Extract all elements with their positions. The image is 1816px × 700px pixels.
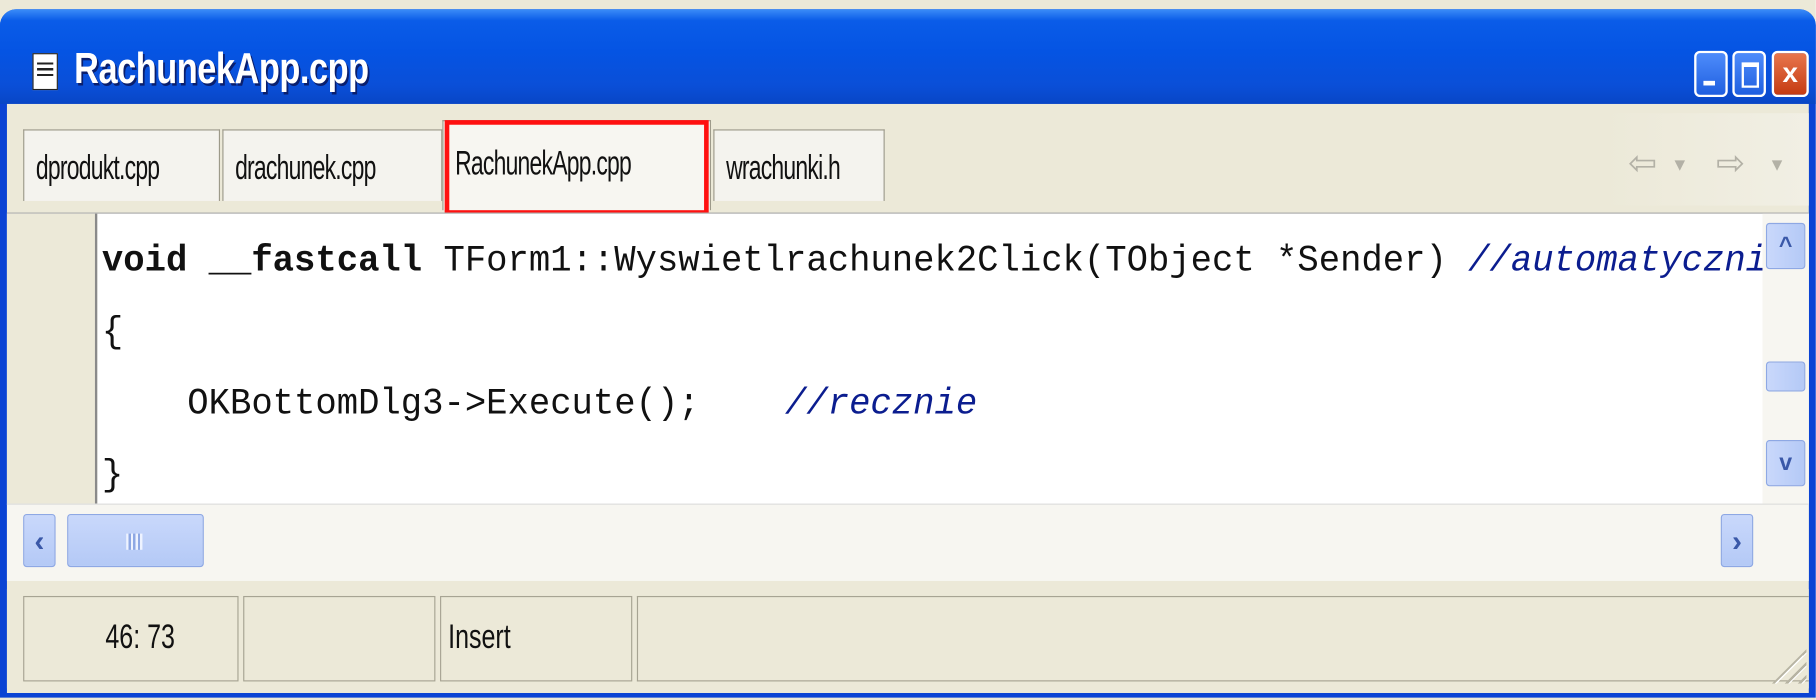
code-segment: TForm1::Wyswietlrachunek2Click(TObject *… [422,239,1469,282]
cursor-position: 46: 73 [105,617,175,657]
code-line: OKBottomDlg3->Execute(); //recznie [102,368,1692,440]
scroll-up-button[interactable]: ^ [1765,222,1806,270]
code-text[interactable]: void __fastcall TForm1::Wyswietlrachunek… [101,225,1788,511]
keyword: void [101,239,188,282]
file-tabs: dprodukt.cpp drachunek.cpp RachunekApp.c… [7,113,1809,215]
horizontal-scroll-thumb[interactable] [67,513,204,568]
tab-label: dprodukt.cpp [35,148,160,188]
insert-mode-panel: Insert [440,595,633,682]
close-icon: x [1782,57,1798,89]
scroll-left-button[interactable]: ‹ [23,513,56,568]
document-icon [32,53,58,91]
chevron-down-icon[interactable]: ▾ [1674,152,1684,176]
code-segment: OKBottomDlg3->Execute(); [101,382,786,426]
chevron-down-icon[interactable]: ▾ [1772,152,1782,176]
arrow-right-icon[interactable]: ⇨ [1716,143,1745,183]
status-bar: 46: 73 Insert [6,589,1809,689]
window-title: RachunekApp.cpp [74,45,369,94]
arrow-left-icon[interactable]: ⇦ [1628,143,1657,183]
comment: //recznie [785,382,978,426]
navigation-panel: ⇦ ▾ ⇨ ▾ [1602,113,1809,206]
insert-mode: Insert [448,617,511,657]
status-message-panel [636,595,1809,682]
window-client: dprodukt.cpp drachunek.cpp RachunekApp.c… [6,103,1809,693]
keyword: __fastcall [208,239,423,282]
vertical-scroll-thumb[interactable] [1765,361,1806,392]
tab-dprodukt[interactable]: dprodukt.cpp [23,129,221,201]
tab-label: RachunekApp.cpp [455,144,632,183]
tab-rachunekapp[interactable]: RachunekApp.cpp [442,120,712,211]
cursor-position-panel: 46: 73 [23,595,239,682]
horizontal-scrollbar[interactable]: ‹ › [6,503,1809,581]
vertical-scrollbar[interactable]: ^ v [1762,213,1809,505]
code-line: void __fastcall TForm1::Wyswietlrachunek… [101,225,1788,297]
code-line: { [101,310,124,354]
editor-window: RachunekApp.cpp x dprodukt.cpp drachunek… [0,0,1816,700]
code-editor[interactable]: void __fastcall TForm1::Wyswietlrachunek… [6,212,1809,505]
tab-drachunek[interactable]: drachunek.cpp [222,129,443,201]
tab-label: wrachunki.h [726,148,841,188]
editor-gutter [6,213,98,505]
maximize-button[interactable] [1732,50,1766,98]
comment: //automatycznie [1468,239,1789,282]
code-line: } [101,453,124,497]
tab-wrachunki[interactable]: wrachunki.h [713,129,885,201]
tab-label: drachunek.cpp [235,148,376,188]
minimize-button[interactable] [1694,50,1728,98]
modified-panel [243,595,436,682]
close-button[interactable]: x [1771,50,1809,98]
scroll-down-button[interactable]: v [1765,440,1806,487]
scroll-right-button[interactable]: › [1720,513,1754,568]
title-bar[interactable]: RachunekApp.cpp x [0,9,1816,104]
